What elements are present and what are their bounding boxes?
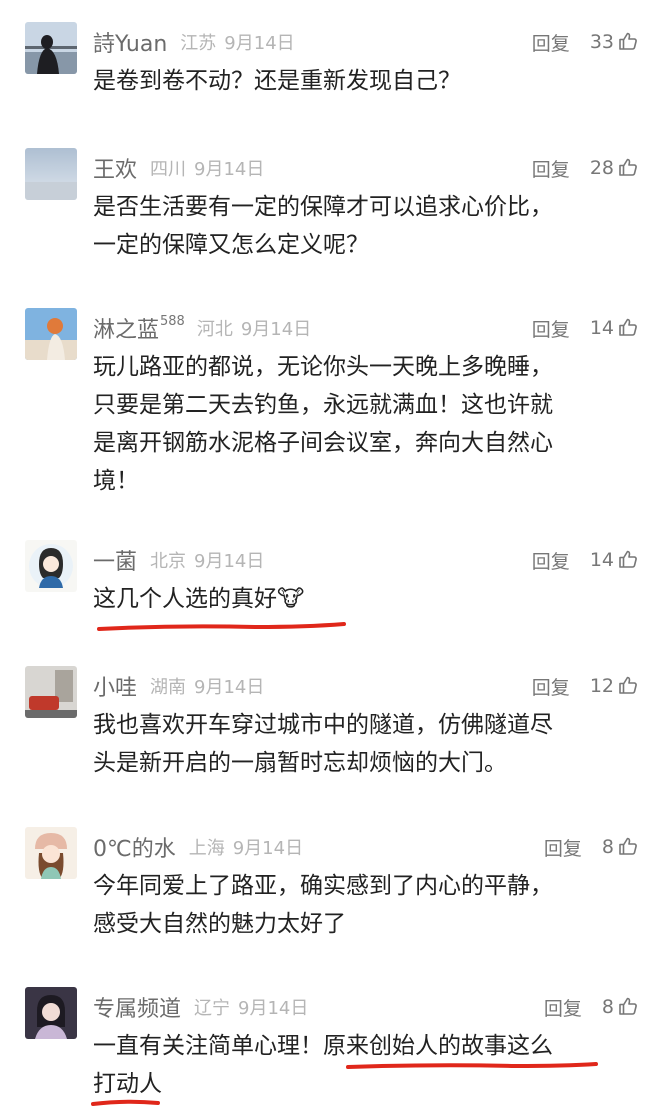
comment-text: 今年同爱上了路亚，确实感到了内心的平静， 感受大自然的魅力太好了 xyxy=(93,873,553,937)
username[interactable]: 0℃的水 xyxy=(93,831,177,863)
avatar[interactable] xyxy=(25,148,77,200)
avatar[interactable] xyxy=(25,666,77,718)
like-button[interactable]: 14 xyxy=(590,317,638,339)
comment-meta: 江苏 9月14日 xyxy=(180,33,295,54)
like-button[interactable]: 28 xyxy=(590,157,638,179)
reply-button[interactable]: 回复 xyxy=(532,673,570,700)
comment-item: 一菌 北京 9月14日 回复 14 这几个人选的真好🐮 xyxy=(0,540,658,645)
reply-button[interactable]: 回复 xyxy=(532,29,570,56)
comment-item: 淋之蓝588 河北 9月14日 回复 14 玩儿路亚的都说，无论你头一天晚上多晚睡… xyxy=(0,308,658,508)
like-button[interactable]: 8 xyxy=(602,996,638,1018)
comment-text: 是否生活要有一定的保障才可以追求心价比， 一定的保障又怎么定义呢？ xyxy=(93,194,553,258)
username[interactable]: 王欢 xyxy=(93,152,138,184)
username[interactable]: 一菌 xyxy=(93,544,138,576)
red-underline-annotation xyxy=(97,622,346,631)
thumbs-up-icon xyxy=(619,158,637,176)
comment-item: 小哇 湖南 9月14日 回复 12 我也喜欢开车穿过城市中的隧道，仿佛隧道尽 头是… xyxy=(0,666,658,796)
comment-header: 小哇 湖南 9月14日 回复 12 xyxy=(93,666,638,706)
comment-meta: 四川 9月14日 xyxy=(150,159,265,180)
avatar[interactable] xyxy=(25,22,77,74)
like-button[interactable]: 8 xyxy=(602,836,638,858)
comment-item: 专属频道 辽宁 9月14日 回复 8 一直有关注简单心理！原来创始人的故事这么 打… xyxy=(0,987,658,1112)
avatar[interactable] xyxy=(25,827,77,879)
thumbs-up-icon xyxy=(619,318,637,336)
avatar[interactable] xyxy=(25,540,77,592)
comment-text: 是卷到卷不动？还是重新发现自己？ xyxy=(93,68,461,94)
comment-text: 我也喜欢开车穿过城市中的隧道，仿佛隧道尽 头是新开启的一扇暂时忘却烦恼的大门。 xyxy=(93,712,553,776)
red-underline-annotation xyxy=(346,1062,598,1069)
like-button[interactable]: 14 xyxy=(590,549,638,571)
comment-meta: 湖南 9月14日 xyxy=(150,677,265,698)
like-button[interactable]: 33 xyxy=(590,31,638,53)
avatar[interactable] xyxy=(25,987,77,1039)
username[interactable]: 专属频道 xyxy=(93,991,182,1023)
comment-header: 詩Yuan 江苏 9月14日 回复 33 xyxy=(93,22,638,62)
comment-meta: 辽宁 9月14日 xyxy=(194,998,309,1019)
comment-meta: 上海 9月14日 xyxy=(188,838,304,859)
reply-button[interactable]: 回复 xyxy=(532,155,570,182)
comment-header: 王欢 四川 9月14日 回复 28 xyxy=(93,148,638,188)
comment-meta: 河北 9月14日 xyxy=(196,319,312,340)
thumbs-up-icon xyxy=(619,676,637,694)
reply-button[interactable]: 回复 xyxy=(544,994,582,1021)
thumbs-up-icon xyxy=(619,32,637,50)
comment-item: 0℃的水 上海 9月14日 回复 8 今年同爱上了路亚，确实感到了内心的平静， 感… xyxy=(0,827,658,957)
comment-header: 淋之蓝588 河北 9月14日 回复 14 xyxy=(93,308,638,348)
like-button[interactable]: 12 xyxy=(590,675,638,697)
reply-button[interactable]: 回复 xyxy=(544,834,582,861)
comment-header: 一菌 北京 9月14日 回复 14 xyxy=(93,540,638,580)
thumbs-up-icon xyxy=(619,997,637,1015)
comment-meta: 北京 9月14日 xyxy=(150,551,265,572)
username[interactable]: 詩Yuan xyxy=(93,26,168,58)
red-underline-annotation xyxy=(91,1099,160,1106)
username[interactable]: 淋之蓝588 xyxy=(93,312,185,344)
username[interactable]: 小哇 xyxy=(93,670,138,702)
thumbs-up-icon xyxy=(619,550,637,568)
comment-header: 0℃的水 上海 9月14日 回复 8 xyxy=(93,827,638,867)
comment-text: 这几个人选的真好🐮 xyxy=(93,586,305,612)
thumbs-up-icon xyxy=(619,837,637,855)
reply-button[interactable]: 回复 xyxy=(532,547,570,574)
comment-text: 玩儿路亚的都说，无论你头一天晚上多晚睡， 只要是第二天去钓鱼，永远就满血！这也许… xyxy=(93,354,553,494)
comment-item: 詩Yuan 江苏 9月14日 回复 33 是卷到卷不动？还是重新发现自己？ xyxy=(0,22,658,132)
comment-item: 王欢 四川 9月14日 回复 28 是否生活要有一定的保障才可以追求心价比， 一定… xyxy=(0,148,658,278)
comment-header: 专属频道 辽宁 9月14日 回复 8 xyxy=(93,987,638,1027)
avatar[interactable] xyxy=(25,308,77,360)
reply-button[interactable]: 回复 xyxy=(532,315,570,342)
